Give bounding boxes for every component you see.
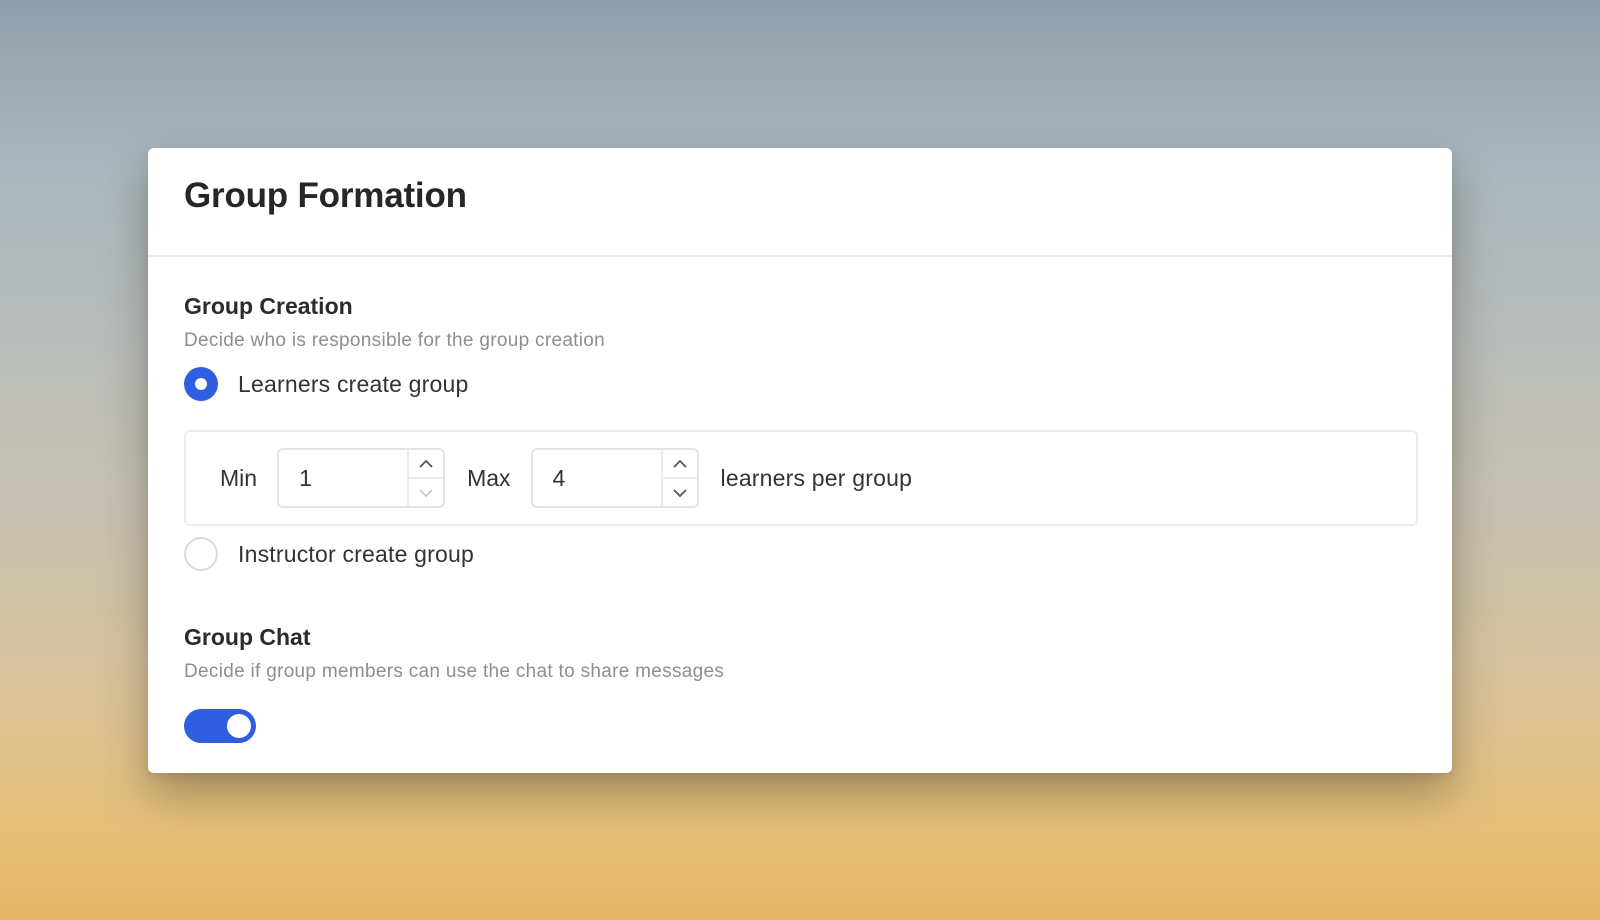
min-label: Min <box>220 464 258 491</box>
radio-label-instructor: Instructor create group <box>238 540 474 567</box>
group-chat-title: Group Chat <box>184 624 311 650</box>
chevron-up-icon <box>419 459 433 468</box>
group-creation-title: Group Creation <box>184 293 353 319</box>
max-input[interactable] <box>532 450 661 506</box>
toggle-knob <box>227 714 251 738</box>
radio-learners-create-group[interactable]: Learners create group <box>184 367 469 401</box>
group-size-range: Min Max learne <box>184 430 1418 526</box>
max-decrement-button[interactable] <box>663 479 697 506</box>
group-creation-description: Decide who is responsible for the group … <box>184 330 606 351</box>
range-suffix-label: learners per group <box>720 464 913 491</box>
max-stepper <box>530 448 699 508</box>
group-formation-card: Group Formation Group Creation Decide wh… <box>148 148 1452 773</box>
max-increment-button[interactable] <box>662 450 697 479</box>
min-decrement-button[interactable] <box>409 479 443 506</box>
chevron-down-icon <box>419 488 433 497</box>
chevron-down-icon <box>672 488 687 497</box>
min-stepper-arrows <box>407 450 444 506</box>
min-input[interactable] <box>279 450 408 506</box>
radio-checked-icon[interactable] <box>184 367 218 401</box>
radio-instructor-create-group[interactable]: Instructor create group <box>184 537 474 571</box>
max-stepper-arrows <box>660 450 697 506</box>
radio-label-learners: Learners create group <box>238 370 469 397</box>
card-header: Group Formation <box>148 148 1452 257</box>
min-stepper <box>277 448 446 508</box>
radio-unchecked-icon[interactable] <box>184 537 218 571</box>
group-chat-toggle[interactable] <box>184 709 256 743</box>
max-label: Max <box>467 464 511 491</box>
min-increment-button[interactable] <box>409 450 444 479</box>
chevron-up-icon <box>672 459 687 468</box>
page-title: Group Formation <box>184 176 467 215</box>
group-chat-description: Decide if group members can use the chat… <box>184 661 725 682</box>
